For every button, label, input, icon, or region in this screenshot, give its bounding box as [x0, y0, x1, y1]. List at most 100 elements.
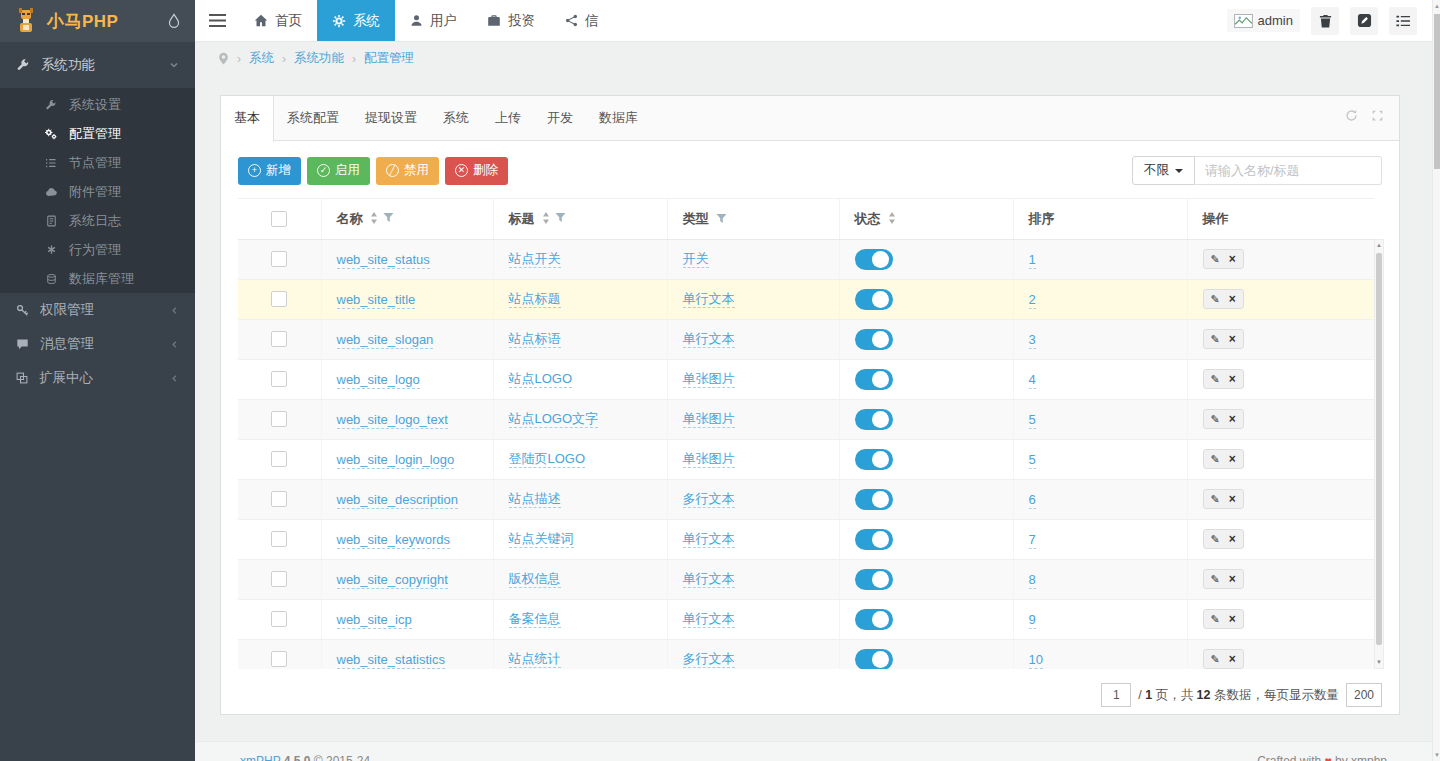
- sidebar-item-system-functions[interactable]: 系统功能: [0, 42, 195, 88]
- tab-system[interactable]: 系统: [430, 96, 482, 140]
- filter-icon[interactable]: [555, 212, 566, 223]
- tab-system-config[interactable]: 系统配置: [274, 96, 352, 140]
- droplet-icon[interactable]: [167, 13, 181, 29]
- row-name-link[interactable]: web_site_status: [337, 252, 430, 269]
- row-type-link[interactable]: 开关: [683, 251, 709, 268]
- nav-user[interactable]: 用户: [395, 0, 472, 41]
- search-input[interactable]: [1195, 156, 1382, 185]
- refresh-icon[interactable]: [1345, 109, 1358, 122]
- row-name-link[interactable]: web_site_title: [337, 292, 416, 309]
- row-title-link[interactable]: 备案信息: [509, 611, 561, 628]
- row-checkbox[interactable]: [271, 531, 287, 547]
- status-toggle-on[interactable]: [855, 289, 893, 310]
- delete-icon[interactable]: ×: [1229, 653, 1236, 665]
- edit-icon[interactable]: ✎: [1211, 254, 1220, 265]
- row-name-link[interactable]: web_site_logo: [337, 372, 420, 389]
- delete-icon[interactable]: ×: [1229, 413, 1236, 425]
- edit-icon[interactable]: ✎: [1211, 534, 1220, 545]
- row-order-link[interactable]: 9: [1029, 612, 1036, 629]
- fullscreen-icon[interactable]: [1371, 109, 1384, 122]
- trash-button[interactable]: [1311, 7, 1339, 35]
- sidebar-item-attachment-management[interactable]: 附件管理: [0, 177, 195, 206]
- edit-icon[interactable]: ✎: [1211, 574, 1220, 585]
- row-order-link[interactable]: 4: [1029, 372, 1036, 389]
- sidebar-item-database-management[interactable]: 数据库管理: [0, 264, 195, 293]
- edit-icon[interactable]: ✎: [1211, 334, 1220, 345]
- row-title-link[interactable]: 版权信息: [509, 571, 561, 588]
- row-name-link[interactable]: web_site_description: [337, 492, 458, 509]
- row-title-link[interactable]: 登陆页LOGO: [509, 451, 586, 468]
- edit-icon[interactable]: ✎: [1211, 414, 1220, 425]
- tab-basic[interactable]: 基本: [221, 96, 274, 142]
- row-name-link[interactable]: web_site_keywords: [337, 532, 450, 549]
- row-title-link[interactable]: 站点描述: [509, 491, 561, 508]
- row-type-link[interactable]: 单行文本: [683, 291, 735, 308]
- add-button[interactable]: +新增: [238, 157, 301, 185]
- edit-icon[interactable]: ✎: [1211, 454, 1220, 465]
- row-order-link[interactable]: 8: [1029, 572, 1036, 589]
- row-checkbox[interactable]: [271, 611, 287, 627]
- tab-withdraw-settings[interactable]: 提现设置: [352, 96, 430, 140]
- hamburger-menu-icon[interactable]: [195, 0, 239, 41]
- sidebar-item-config-management[interactable]: 配置管理: [0, 119, 195, 148]
- select-all-checkbox[interactable]: [271, 211, 287, 227]
- sidebar-item-system-settings[interactable]: 系统设置: [0, 90, 195, 119]
- sidebar-item-message-management[interactable]: 消息管理: [0, 327, 195, 361]
- page-scroll-up-arrow[interactable]: ▲: [1433, 0, 1440, 12]
- user-menu[interactable]: admin: [1227, 9, 1300, 32]
- row-title-link[interactable]: 站点标题: [509, 291, 561, 308]
- row-type-link[interactable]: 单张图片: [683, 371, 735, 388]
- page-size-input[interactable]: [1346, 683, 1382, 707]
- brand-logo[interactable]: 小马PHP: [0, 0, 195, 42]
- row-title-link[interactable]: 站点关键词: [509, 531, 574, 548]
- delete-icon[interactable]: ×: [1229, 333, 1236, 345]
- row-order-link[interactable]: 10: [1029, 652, 1043, 669]
- row-order-link[interactable]: 7: [1029, 532, 1036, 549]
- row-order-link[interactable]: 6: [1029, 492, 1036, 509]
- row-title-link[interactable]: 站点LOGO: [509, 371, 573, 388]
- status-toggle-on[interactable]: [855, 569, 893, 590]
- row-checkbox[interactable]: [271, 291, 287, 307]
- sidebar-item-node-management[interactable]: 节点管理: [0, 148, 195, 177]
- nav-message[interactable]: 信: [550, 0, 614, 41]
- row-type-link[interactable]: 单行文本: [683, 531, 735, 548]
- delete-icon[interactable]: ×: [1229, 493, 1236, 505]
- table-scrollbar[interactable]: ▲ ▼: [1374, 239, 1384, 669]
- status-toggle-on[interactable]: [855, 329, 893, 350]
- row-checkbox[interactable]: [271, 451, 287, 467]
- edit-icon[interactable]: ✎: [1211, 294, 1220, 305]
- footer-brand-link[interactable]: xmPHP: [240, 754, 280, 761]
- list-button[interactable]: [1389, 7, 1417, 35]
- row-title-link[interactable]: 站点LOGO文字: [509, 411, 599, 428]
- sort-icon[interactable]: [542, 212, 550, 224]
- breadcrumb-system[interactable]: 系统: [249, 50, 274, 67]
- compose-button[interactable]: [1350, 7, 1378, 35]
- row-order-link[interactable]: 3: [1029, 332, 1036, 349]
- row-type-link[interactable]: 单行文本: [683, 571, 735, 588]
- delete-icon[interactable]: ×: [1229, 613, 1236, 625]
- row-name-link[interactable]: web_site_login_logo: [337, 452, 455, 469]
- sort-icon[interactable]: [888, 212, 896, 224]
- row-checkbox[interactable]: [271, 491, 287, 507]
- row-order-link[interactable]: 5: [1029, 412, 1036, 429]
- status-toggle-on[interactable]: [855, 489, 893, 510]
- row-title-link[interactable]: 站点开关: [509, 251, 561, 268]
- page-scrollbar[interactable]: ▲ ▼: [1432, 0, 1440, 761]
- edit-icon[interactable]: ✎: [1211, 614, 1220, 625]
- row-checkbox[interactable]: [271, 371, 287, 387]
- delete-button[interactable]: ✕删除: [445, 157, 508, 185]
- status-toggle-on[interactable]: [855, 369, 893, 390]
- sidebar-item-permission-management[interactable]: 权限管理: [0, 293, 195, 327]
- row-title-link[interactable]: 站点统计: [509, 651, 561, 668]
- row-order-link[interactable]: 2: [1029, 292, 1036, 309]
- filter-dropdown[interactable]: 不限: [1132, 156, 1195, 185]
- row-order-link[interactable]: 1: [1029, 252, 1036, 269]
- status-toggle-on[interactable]: [855, 649, 893, 670]
- row-checkbox[interactable]: [271, 571, 287, 587]
- row-type-link[interactable]: 单张图片: [683, 411, 735, 428]
- row-type-link[interactable]: 单行文本: [683, 611, 735, 628]
- scroll-down-arrow[interactable]: ▼: [1375, 657, 1383, 668]
- filter-icon[interactable]: [383, 212, 394, 223]
- tab-upload[interactable]: 上传: [482, 96, 534, 140]
- edit-icon[interactable]: ✎: [1211, 654, 1220, 665]
